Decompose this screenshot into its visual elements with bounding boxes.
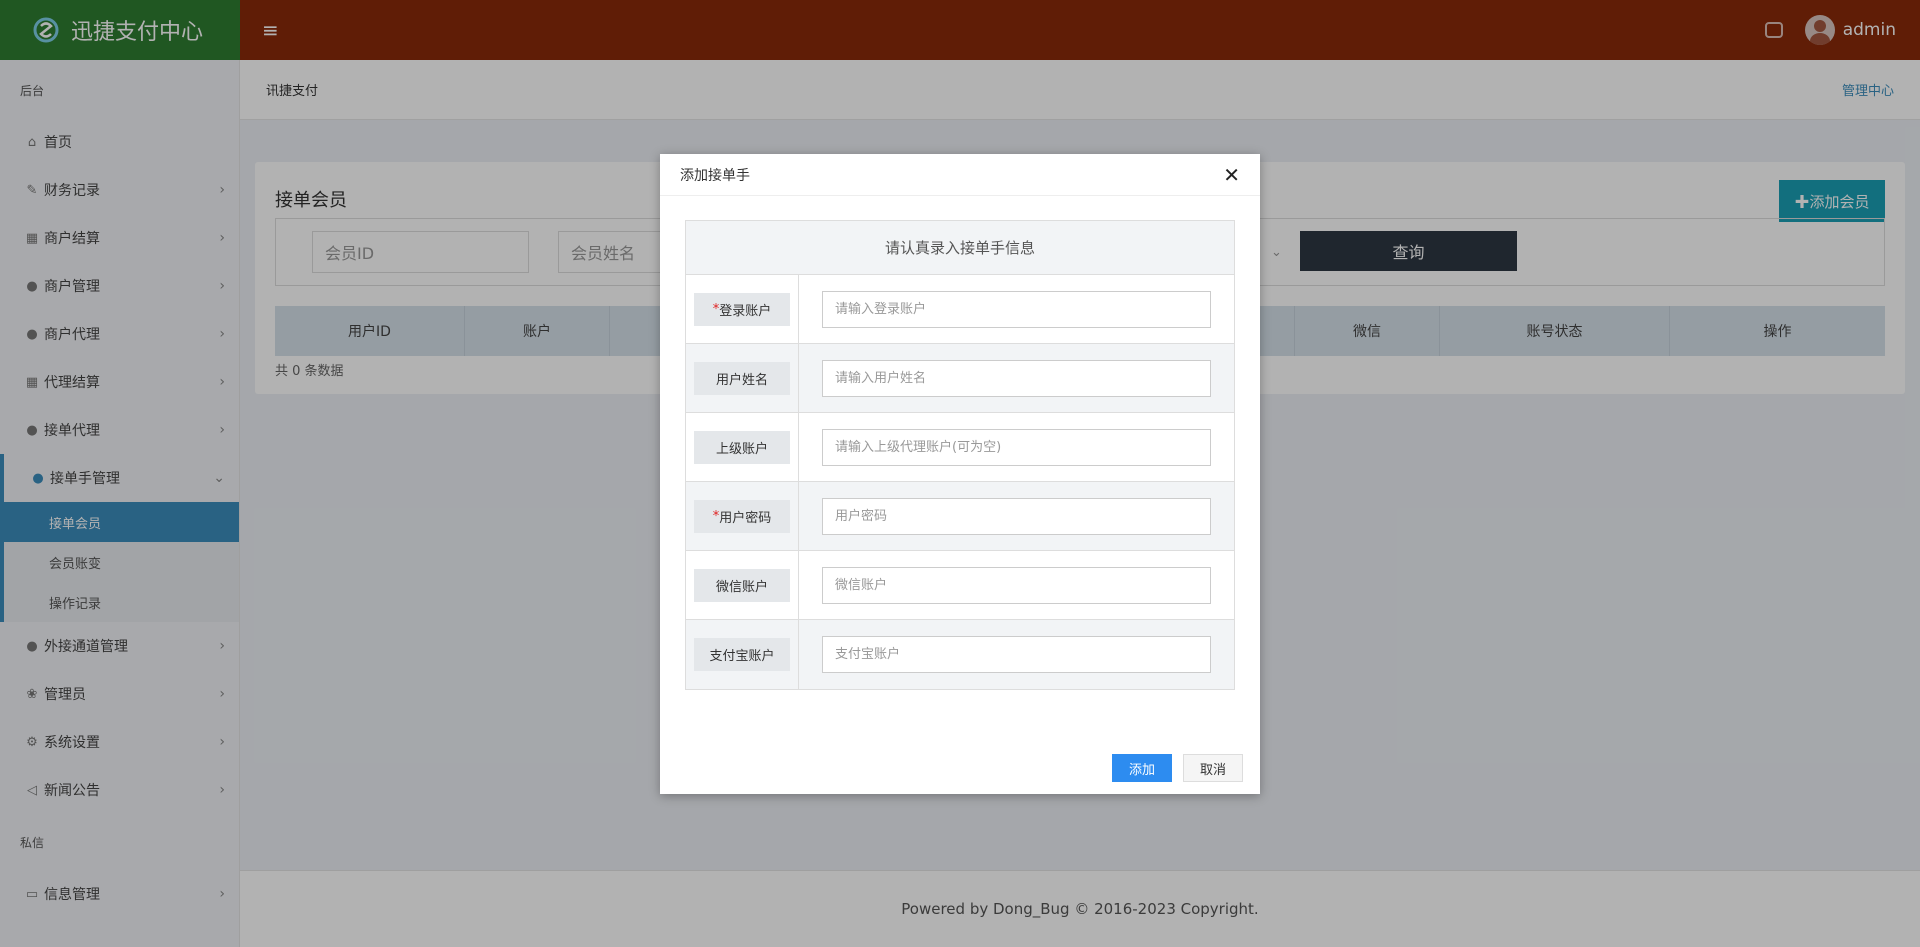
add-button[interactable]: 添加 <box>1112 754 1172 782</box>
wechat-account-label: 微信账户 <box>694 568 790 602</box>
form-row-alipay-account: 支付宝账户 <box>686 620 1234 689</box>
form-input-cell <box>799 413 1234 481</box>
label-text: 用户密码 <box>719 510 772 526</box>
user-name-label: 用户姓名 <box>694 361 790 395</box>
alipay-account-label: 支付宝账户 <box>694 638 790 671</box>
form-row-password: * 用户密码 <box>686 482 1234 551</box>
form-row-login-account: * 登录账户 <box>686 275 1234 344</box>
form-row-wechat-account: 微信账户 <box>686 551 1234 620</box>
label-text: 登录账户 <box>719 303 772 319</box>
password-label: * 用户密码 <box>694 499 790 533</box>
form-row-parent-account: 上级账户 <box>686 413 1234 482</box>
login-account-input[interactable] <box>822 290 1211 328</box>
dialog-header: 添加接单手 ✕ <box>660 154 1260 196</box>
password-input[interactable] <box>822 497 1211 535</box>
user-name-input[interactable] <box>822 359 1211 397</box>
parent-account-input[interactable] <box>822 428 1211 466</box>
form-input-cell <box>799 551 1234 619</box>
form-input-cell <box>799 344 1234 412</box>
dialog-title: 添加接单手 <box>680 167 750 184</box>
form-label-cell: 微信账户 <box>686 551 799 619</box>
form-label-cell: 支付宝账户 <box>686 620 799 689</box>
form-label-cell: * 用户密码 <box>686 482 799 550</box>
form-row-user-name: 用户姓名 <box>686 344 1234 413</box>
alipay-account-input[interactable] <box>822 636 1211 673</box>
form-input-cell <box>799 275 1234 343</box>
wechat-account-input[interactable] <box>822 566 1211 604</box>
form-input-cell <box>799 482 1234 550</box>
form-label-cell: * 登录账户 <box>686 275 799 343</box>
add-order-taker-dialog: 添加接单手 ✕ 请认真录入接单手信息 *登录账户 用户姓名 上级账户 <box>660 154 1260 794</box>
login-account-label: * 登录账户 <box>694 292 790 326</box>
form-input-cell <box>799 620 1234 689</box>
form-label-cell: 用户姓名 <box>686 344 799 412</box>
order-taker-form: 请认真录入接单手信息 *登录账户 用户姓名 上级账户 <box>685 220 1235 690</box>
close-icon[interactable]: ✕ <box>1223 163 1240 187</box>
cancel-button[interactable]: 取消 <box>1183 754 1243 782</box>
form-label-cell: 上级账户 <box>686 413 799 481</box>
form-caption: 请认真录入接单手信息 <box>686 221 1234 275</box>
parent-account-label: 上级账户 <box>694 430 790 464</box>
